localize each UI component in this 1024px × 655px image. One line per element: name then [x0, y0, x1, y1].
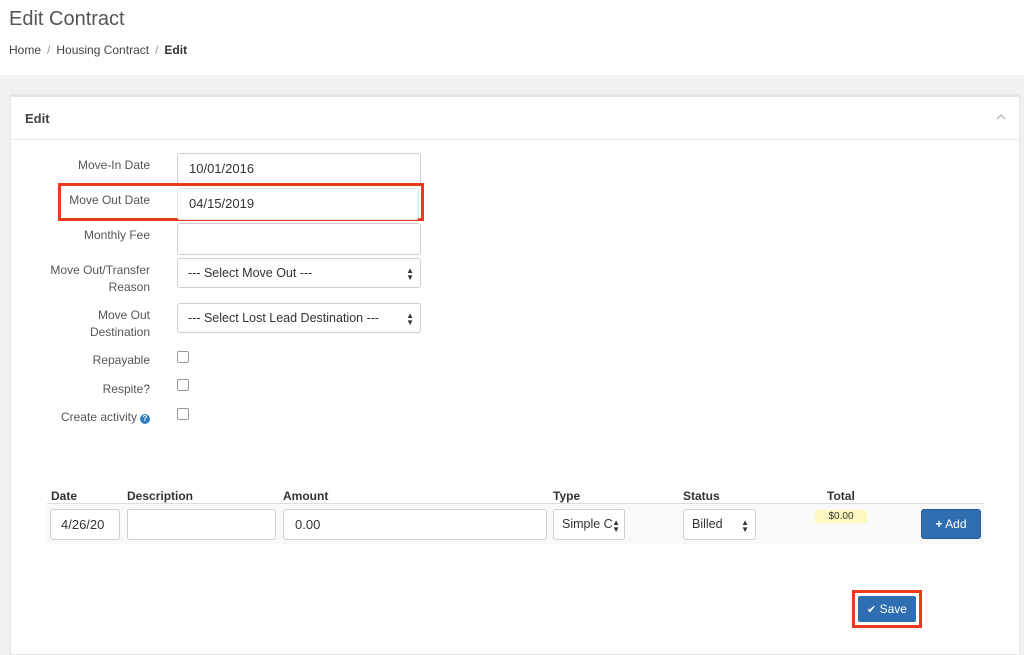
move-out-reason-label-line1: Move Out/Transfer [50, 263, 150, 277]
monthly-fee-input[interactable] [177, 223, 421, 255]
charge-status-selected: Billed [692, 517, 723, 531]
create-activity-label-text: Create activity [60, 410, 137, 424]
create-activity-label: Create activity? [10, 409, 150, 426]
respite-checkbox[interactable] [177, 379, 189, 391]
breadcrumb-housing-contract[interactable]: Housing Contract [56, 43, 149, 57]
move-out-reason-select[interactable]: --- Select Move Out --- ▲ ▼ [177, 258, 421, 288]
move-out-destination-select[interactable]: --- Select Lost Lead Destination --- ▲ ▼ [177, 303, 421, 333]
repayable-checkbox[interactable] [177, 351, 189, 363]
column-header-amount: Amount [283, 489, 329, 503]
breadcrumb-home[interactable]: Home [9, 43, 41, 57]
question-circle-icon[interactable]: ? [140, 414, 150, 424]
add-charge-button[interactable]: + Add [921, 509, 981, 539]
move-out-destination-label: Move Out Destination [10, 307, 150, 341]
create-activity-checkbox[interactable] [177, 408, 189, 420]
charge-amount-input[interactable]: 0.00 [283, 509, 547, 540]
column-header-status: Status [683, 489, 720, 503]
move-out-date-label: Move Out Date [69, 193, 150, 207]
move-out-reason-label-line2: Reason [108, 280, 150, 294]
charge-type-selected: Simple C [562, 517, 613, 531]
repayable-label: Repayable [92, 353, 150, 367]
column-header-description: Description [127, 489, 194, 503]
charge-status-select[interactable]: Billed ▲ ▼ [683, 509, 756, 540]
move-out-reason-selected: --- Select Move Out --- [188, 266, 313, 280]
breadcrumb-separator: / [155, 43, 159, 57]
move-out-destination-selected: --- Select Lost Lead Destination --- [188, 311, 380, 325]
select-arrows-icon: ▲ ▼ [406, 311, 414, 327]
save-button-highlight: ✔ Save [852, 590, 922, 628]
charge-description-input[interactable] [127, 509, 276, 540]
select-arrows-icon: ▲ ▼ [406, 266, 414, 282]
move-out-destination-label-line1: Move Out [97, 308, 150, 322]
charge-total-badge: $0.00 [815, 510, 867, 523]
breadcrumb-current: Edit [164, 43, 188, 57]
move-out-reason-label: Move Out/Transfer Reason [10, 262, 150, 296]
column-header-date: Date [51, 489, 78, 503]
add-charge-button-label: Add [945, 517, 967, 531]
move-in-date-label: Move-In Date [77, 158, 150, 172]
check-icon: ✔ [867, 604, 877, 616]
column-header-total: Total [827, 489, 855, 503]
breadcrumb: Home / Housing Contract / Edit [9, 43, 187, 57]
monthly-fee-label: Monthly Fee [83, 228, 150, 242]
page-title: Edit Contract [9, 8, 125, 30]
respite-label: Respite? [102, 382, 150, 396]
breadcrumb-separator: / [47, 43, 51, 57]
move-out-date-input[interactable]: 04/15/2019 [177, 188, 419, 220]
save-button-label: Save [879, 602, 907, 616]
plus-icon: + [935, 517, 943, 531]
charge-date-input[interactable]: 4/26/20 [50, 509, 120, 540]
chevron-up-icon[interactable] [995, 111, 1007, 123]
column-header-type: Type [553, 489, 581, 503]
charge-type-select[interactable]: Simple C ▲ ▼ [553, 509, 625, 540]
edit-panel: Edit [10, 94, 1020, 655]
select-arrows-icon: ▲ ▼ [741, 518, 749, 534]
panel-title: Edit [25, 111, 50, 126]
select-arrows-icon: ▲ ▼ [612, 518, 620, 534]
save-button[interactable]: ✔ Save [858, 596, 916, 622]
panel-header: Edit [11, 97, 1019, 140]
move-in-date-input[interactable]: 10/01/2016 [177, 153, 421, 185]
move-out-destination-label-line2: Destination [89, 325, 150, 339]
